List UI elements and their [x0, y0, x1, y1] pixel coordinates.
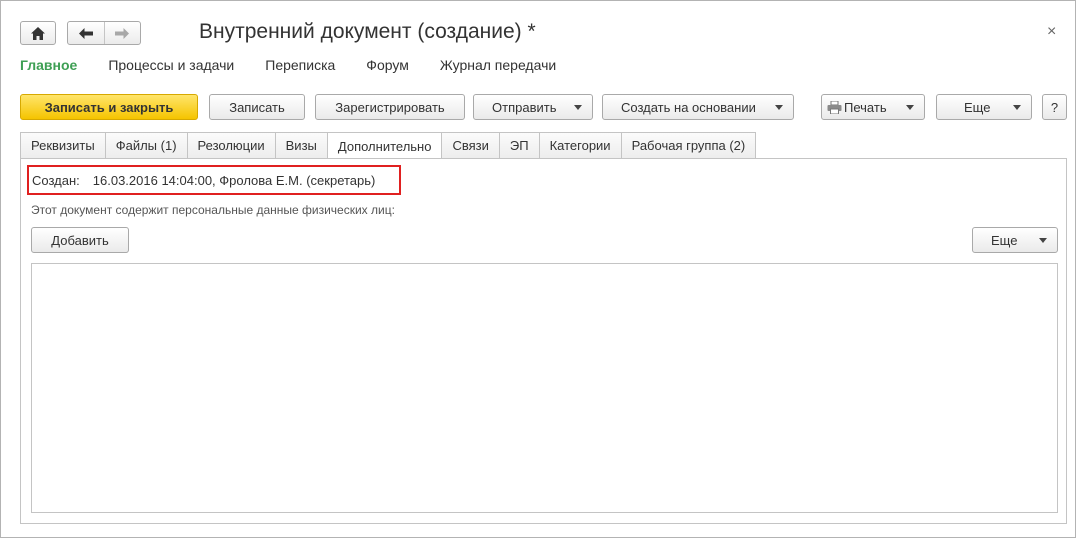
tab-digital-signature[interactable]: ЭП [498, 132, 539, 159]
chevron-down-icon [906, 105, 914, 110]
print-label: Печать [844, 100, 887, 115]
more-label: Еще [964, 100, 991, 115]
tab-files[interactable]: Файлы (1) [104, 132, 187, 159]
close-icon[interactable]: × [1047, 23, 1056, 41]
window-title: Внутренний документ (создание) * [199, 20, 536, 43]
chevron-down-icon [574, 105, 582, 110]
tab-links[interactable]: Связи [441, 132, 499, 159]
printer-icon [827, 101, 842, 114]
arrow-right-icon [115, 27, 130, 39]
section-processes[interactable]: Процессы и задачи [108, 57, 234, 73]
more-button[interactable]: Еще [936, 94, 1032, 120]
add-label: Добавить [51, 232, 109, 248]
chevron-down-icon [1039, 238, 1047, 243]
tab-resolutions[interactable]: Резолюции [186, 132, 275, 159]
chevron-down-icon [775, 105, 783, 110]
section-main[interactable]: Главное [20, 57, 77, 73]
create-based-on-label: Создать на основании [621, 100, 756, 115]
send-button[interactable]: Отправить [473, 94, 593, 120]
created-value: 16.03.2016 14:04:00, Фролова Е.М. (секре… [92, 172, 376, 188]
forward-button[interactable] [103, 22, 141, 44]
arrow-left-icon [78, 27, 93, 39]
save-and-close-button[interactable]: Записать и закрыть [20, 94, 198, 120]
save-button[interactable]: Записать [209, 94, 305, 120]
register-button[interactable]: Зарегистрировать [315, 94, 465, 120]
tab-content-additional: Создан: 16.03.2016 14:04:00, Фролова Е.М… [20, 158, 1067, 524]
tab-additional[interactable]: Дополнительно [326, 132, 442, 160]
tab-categories[interactable]: Категории [538, 132, 621, 159]
create-based-on-button[interactable]: Создать на основании [602, 94, 794, 120]
created-info: Создан: 16.03.2016 14:04:00, Фролова Е.М… [27, 165, 401, 195]
register-label: Зарегистрировать [335, 99, 445, 115]
personal-data-note: Этот документ содержит персональные данн… [31, 203, 395, 217]
section-panel: Главное Процессы и задачи Переписка Фору… [20, 57, 587, 73]
tab-visas[interactable]: Визы [274, 132, 327, 159]
list-more-label: Еще [991, 233, 1018, 248]
home-button[interactable] [20, 21, 56, 45]
created-label: Создан: [32, 172, 80, 188]
document-window: Внутренний документ (создание) * × Главн… [0, 0, 1076, 538]
section-correspondence[interactable]: Переписка [265, 57, 335, 73]
history-buttons [67, 21, 141, 45]
back-button[interactable] [68, 22, 104, 44]
chevron-down-icon [1013, 105, 1021, 110]
list-more-button[interactable]: Еще [972, 227, 1058, 253]
home-icon [31, 26, 45, 40]
personal-data-list[interactable] [31, 263, 1058, 513]
save-label: Записать [229, 99, 285, 115]
tab-work-group[interactable]: Рабочая группа (2) [620, 132, 757, 159]
help-label: ? [1050, 99, 1059, 115]
help-button[interactable]: ? [1042, 94, 1067, 120]
section-transfer-log[interactable]: Журнал передачи [440, 57, 556, 73]
tab-requisites[interactable]: Реквизиты [20, 132, 105, 159]
tab-bar: Реквизиты Файлы (1) Резолюции Визы Допол… [20, 132, 757, 160]
send-label: Отправить [492, 100, 557, 115]
save-and-close-label: Записать и закрыть [44, 99, 174, 115]
add-button[interactable]: Добавить [31, 227, 129, 253]
print-button[interactable]: Печать [821, 94, 925, 120]
command-bar: Записать и закрыть Записать Зарегистриро… [1, 94, 1075, 120]
section-forum[interactable]: Форум [366, 57, 409, 73]
